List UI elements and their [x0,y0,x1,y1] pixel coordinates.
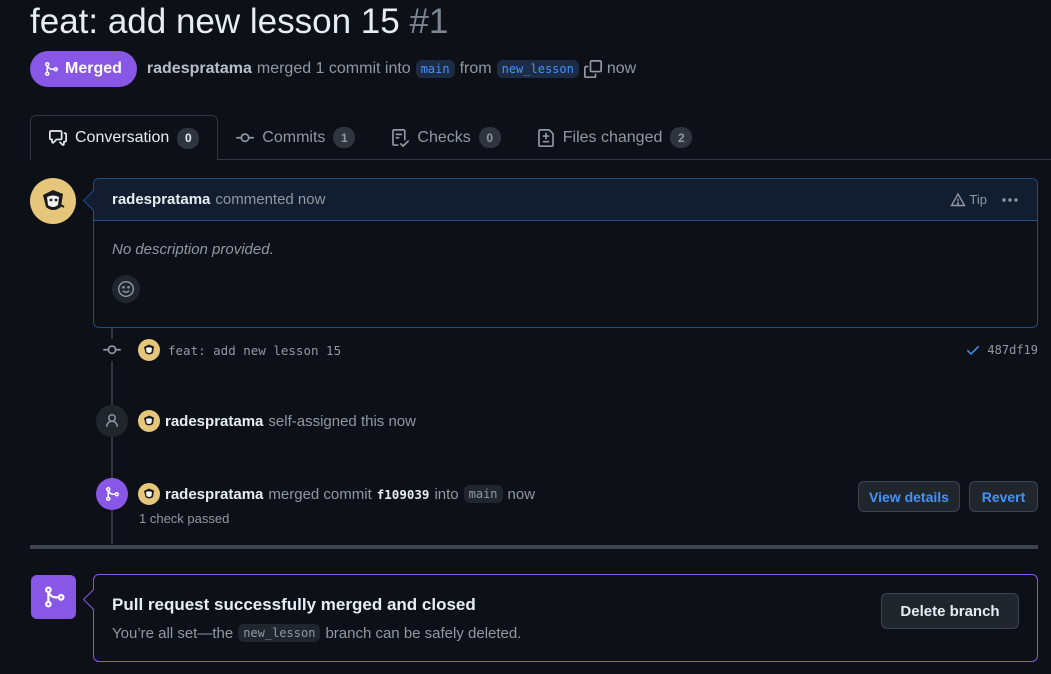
tip-button[interactable]: Tip [950,192,987,208]
merged-state-badge: Merged [30,51,137,87]
checks-passed-text[interactable]: 1 check passed [139,511,229,526]
merge-event-text: radespratama merged commit f109039 into … [138,483,535,505]
merge-status-title: Pull request successfully merged and clo… [112,595,476,614]
timeline-assign-event: radespratama self-assigned this now [96,405,416,437]
checklist-icon [392,128,410,147]
comment-description: No description provided. [112,241,274,258]
git-commit-icon [101,339,123,361]
assign-event-text: radespratama self-assigned this now [138,410,416,432]
tab-files-changed-label: Files changed [562,128,663,146]
tab-checks-label: Checks [417,128,471,146]
pr-from-text: from [459,60,492,77]
tab-commits-label: Commits [262,128,326,146]
merge-status-box: Pull request successfully merged and clo… [93,574,1038,662]
tab-conversation[interactable]: Conversation 0 [30,115,219,161]
git-merge-icon [45,62,59,76]
tab-checks[interactable]: Checks 0 [373,115,518,160]
avatar[interactable] [138,410,160,432]
revert-button[interactable]: Revert [969,481,1038,512]
tab-conversation-label: Conversation [75,129,170,146]
pr-state-row: Merged radespratama merged 1 commit into… [30,51,636,87]
pr-time: now [606,60,637,77]
merge-sub-suffix: branch can be safely deleted. [325,624,522,642]
merge-head-branch[interactable]: new_lesson [238,624,321,642]
timeline-divider [30,545,1038,549]
pr-number: #1 [409,2,449,41]
add-reaction-button[interactable] [112,275,140,303]
kebab-horizontal-icon[interactable] [1001,197,1019,203]
person-icon [96,405,128,437]
commit-message[interactable]: feat: add new lesson 15 [168,343,341,358]
tip-label: Tip [969,192,987,207]
tab-commits[interactable]: Commits 1 [218,115,373,160]
tab-conversation-count: 0 [177,127,200,149]
avatar[interactable] [138,483,160,505]
comment-tools: Tip [950,192,1019,208]
timeline-commit: feat: add new lesson 15 487df19 [101,338,1038,362]
head-branch[interactable]: new_lesson [496,60,579,78]
tab-files-changed[interactable]: Files changed 2 [519,115,711,160]
base-branch[interactable]: main [415,60,455,78]
comment-box: radespratama commented now Tip No descri… [93,178,1038,328]
copy-icon[interactable] [583,60,602,78]
pr-meta: radespratama merged 1 commit into main f… [147,60,636,78]
git-merge-icon [96,478,128,510]
smiley-icon [117,280,135,298]
alert-icon [950,192,967,206]
git-commit-icon [236,132,255,142]
file-diff-icon [537,128,554,147]
pr-merged-text: merged 1 commit into [256,60,411,77]
comment-author[interactable]: radespratama [112,191,210,208]
merge-sub-prefix: You’re all set—the [112,624,234,642]
pr-author-link[interactable]: radespratama [147,60,252,78]
tab-checks-count: 0 [478,127,501,148]
delete-branch-button[interactable]: Delete branch [881,593,1019,629]
git-merge-icon [31,575,76,619]
merged-label: Merged [65,60,122,77]
assign-author[interactable]: radespratama [165,413,263,430]
tab-files-changed-count: 2 [670,127,693,148]
pr-title-text: feat: add new lesson 15 [30,2,400,41]
comment-discussion-icon [49,130,67,146]
comment-action: commented now [215,191,326,208]
merge-commit-sha[interactable]: f109039 [377,487,430,502]
avatar[interactable] [30,178,76,224]
view-details-button[interactable]: View details [858,481,960,512]
merge-text: merged commit [268,485,372,503]
pr-title: feat: add new lesson 15 #1 [30,2,448,42]
comment-header: radespratama commented now Tip [94,179,1037,221]
pr-tabs: Conversation 0 Commits 1 Checks 0 Files … [30,115,1051,161]
tab-commits-count: 1 [333,127,356,148]
check-icon[interactable] [965,342,981,358]
commit-sha: 487df19 [965,342,1038,358]
avatar[interactable] [138,339,160,361]
commit-sha-link[interactable]: 487df19 [987,343,1038,357]
comment-body: No description provided. [94,221,1037,303]
merge-into-text: into [434,485,459,503]
avatar-image [43,190,65,210]
merge-status-subtitle: You’re all set—the new_lesson branch can… [112,624,521,642]
merge-author[interactable]: radespratama [165,486,263,503]
merge-time: now [507,485,536,503]
assign-text: self-assigned this now [268,412,416,430]
timeline-merge-event: radespratama merged commit f109039 into … [96,478,535,510]
merge-base-branch[interactable]: main [463,485,503,503]
